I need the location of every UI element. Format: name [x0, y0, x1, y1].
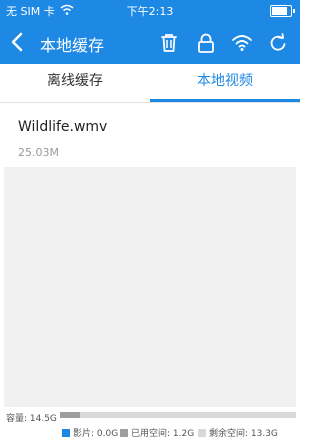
lock-icon[interactable]	[195, 32, 217, 54]
legend-free: 剩余空间: 13.3G	[198, 426, 278, 439]
battery-icon	[270, 5, 295, 17]
legend-movies: 影片: 0.0G	[62, 426, 118, 439]
legend-used: 已用空间: 1.2G	[120, 426, 194, 439]
refresh-icon[interactable]	[267, 32, 289, 54]
status-bar: 无 SIM 卡 下午2:13	[0, 0, 300, 20]
back-button[interactable]	[8, 30, 28, 54]
storage-used-fill	[60, 412, 80, 418]
page-title: 本地缓存	[40, 36, 105, 55]
active-tab-indicator	[150, 99, 300, 102]
video-list-item[interactable]: Wildlife.wmv 25.03M	[0, 103, 300, 163]
wifi-icon[interactable]	[231, 32, 253, 54]
legend-free-label: 剩余空间: 13.3G	[209, 429, 278, 439]
tab-offline-cache[interactable]: 离线缓存	[0, 64, 150, 102]
legend-movies-swatch	[62, 428, 70, 437]
content-area	[4, 167, 296, 407]
delete-icon[interactable]	[158, 32, 180, 54]
clock: 下午2:13	[126, 5, 174, 18]
tab-bar: 离线缓存 本地视频	[0, 64, 300, 103]
navbar: 本地缓存	[0, 20, 300, 64]
video-file-size: 25.03M	[18, 146, 59, 159]
video-file-name: Wildlife.wmv	[18, 119, 108, 135]
storage-bar	[60, 412, 296, 418]
legend-movies-label: 影片: 0.0G	[73, 429, 119, 439]
capacity-label: 容量: 14.5G	[6, 414, 57, 424]
legend-free-swatch	[198, 428, 206, 437]
legend-used-swatch	[120, 428, 128, 437]
tab-offline-cache-label: 离线缓存	[47, 73, 103, 89]
legend-used-label: 已用空间: 1.2G	[131, 429, 195, 439]
tab-local-video[interactable]: 本地视频	[150, 64, 300, 102]
storage-footer: 容量: 14.5G 影片: 0.0G 已用空间: 1.2G 剩余空间: 13.3…	[0, 407, 300, 443]
tab-local-video-label: 本地视频	[197, 73, 253, 89]
